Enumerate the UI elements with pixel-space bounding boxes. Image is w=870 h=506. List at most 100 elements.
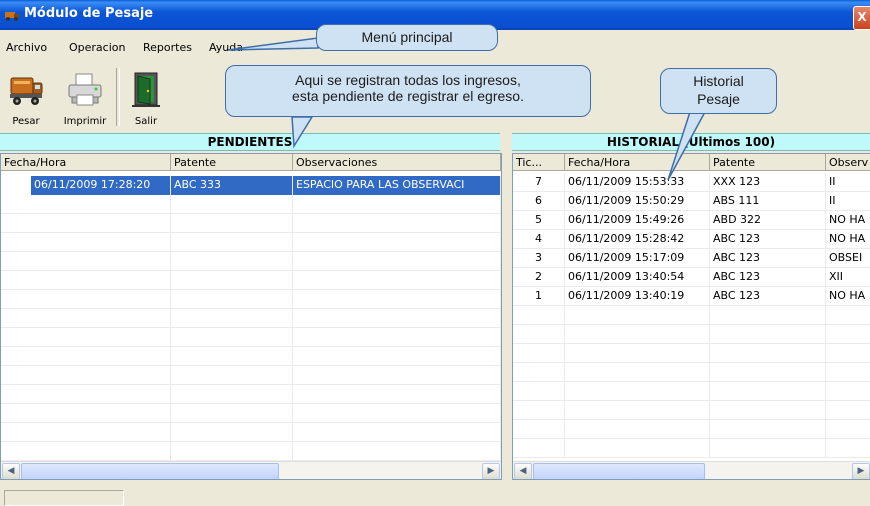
empty-cell	[565, 401, 710, 420]
empty-cell	[293, 404, 501, 423]
empty-cell	[1, 404, 171, 423]
empty-cell	[171, 328, 293, 347]
empty-row	[513, 420, 870, 439]
menu-reportes[interactable]: Reportes	[143, 41, 192, 54]
empty-cell	[826, 363, 870, 382]
col-ticket[interactable]: Tic...	[513, 154, 565, 171]
cell-obs: II	[826, 173, 870, 192]
imprimir-button[interactable]: Imprimir	[62, 66, 108, 130]
scroll-thumb[interactable]	[533, 463, 705, 479]
empty-cell	[293, 347, 501, 366]
col-patente[interactable]: Patente	[171, 154, 293, 171]
callout-ingresos-line2: esta pendiente de registrar el egreso.	[292, 88, 524, 104]
app-icon	[5, 12, 19, 21]
empty-cell	[293, 442, 501, 461]
pendientes-grid: Fecha/Hora Patente Observaciones 06/11/2…	[0, 153, 502, 480]
scroll-thumb[interactable]	[21, 463, 279, 479]
empty-cell	[171, 366, 293, 385]
callout-historial-line2: Pesaje	[697, 91, 740, 107]
empty-row	[1, 309, 501, 328]
empty-cell	[293, 195, 501, 214]
empty-cell	[293, 233, 501, 252]
status-panel	[4, 490, 124, 506]
table-row[interactable]: 1 06/11/2009 13:40:19 ABC 123 NO HA	[513, 287, 870, 306]
empty-cell	[171, 423, 293, 442]
cell-tic: 6	[513, 192, 565, 211]
menu-operacion[interactable]: Operacion	[69, 41, 125, 54]
empty-cell	[293, 214, 501, 233]
col-observaciones[interactable]: Observaciones	[293, 154, 501, 171]
col-observaciones[interactable]: Observ	[826, 154, 870, 171]
empty-cell	[171, 404, 293, 423]
empty-cell	[1, 442, 171, 461]
empty-cell	[1, 233, 171, 252]
cell-obs: NO HA	[826, 287, 870, 306]
empty-cell	[513, 344, 565, 363]
empty-cell	[565, 382, 710, 401]
menu-ayuda[interactable]: Ayuda	[209, 41, 243, 54]
cell-fecha: 06/11/2009 17:28:20	[31, 176, 171, 195]
empty-cell	[1, 309, 171, 328]
menu-archivo[interactable]: Archivo	[6, 41, 47, 54]
cell-patente: ABC 123	[710, 268, 826, 287]
empty-cell	[1, 195, 171, 214]
table-row[interactable]: 4 06/11/2009 15:28:42 ABC 123 NO HA	[513, 230, 870, 249]
table-row[interactable]: 2 06/11/2009 13:40:54 ABC 123 XII	[513, 268, 870, 287]
empty-cell	[513, 306, 565, 325]
scroll-right-icon[interactable]: ▶	[852, 463, 870, 479]
empty-cell	[171, 309, 293, 328]
cell-fecha: 06/11/2009 15:53:33	[565, 173, 710, 192]
callout-historial: Historial Pesaje	[660, 68, 777, 114]
table-row[interactable]: 3 06/11/2009 15:17:09 ABC 123 OBSEI	[513, 249, 870, 268]
table-row[interactable]: 6 06/11/2009 15:50:29 ABS 111 II	[513, 192, 870, 211]
cell-patente: ABC 123	[710, 249, 826, 268]
col-fecha-hora[interactable]: Fecha/Hora	[1, 154, 171, 171]
close-button[interactable]: X	[853, 6, 870, 30]
exit-door-icon	[132, 72, 160, 107]
cell-fecha: 06/11/2009 13:40:19	[565, 287, 710, 306]
cell-obs: XII	[826, 268, 870, 287]
table-row[interactable]: 06/11/2009 17:28:20 ABC 333 ESPACIO PARA…	[1, 176, 501, 195]
cell-tic: 5	[513, 211, 565, 230]
empty-cell	[513, 439, 565, 458]
cell-patente: ABC 333	[171, 176, 293, 195]
empty-cell	[293, 366, 501, 385]
empty-cell	[171, 385, 293, 404]
cell-tic: 3	[513, 249, 565, 268]
empty-cell	[565, 306, 710, 325]
empty-row	[1, 214, 501, 233]
cell-tic: 7	[513, 173, 565, 192]
cell-observaciones: ESPACIO PARA LAS OBSERVACI	[293, 176, 501, 195]
pesar-button[interactable]: Pesar	[8, 66, 44, 130]
scroll-left-icon[interactable]: ◀	[2, 463, 20, 479]
empty-cell	[826, 401, 870, 420]
empty-cell	[513, 420, 565, 439]
historial-grid: Tic... Fecha/Hora Patente Observ 7 06/11/…	[512, 153, 870, 480]
cell-tic: 1	[513, 287, 565, 306]
empty-cell	[826, 382, 870, 401]
callout-ingresos-line1: Aqui se registran todas los ingresos,	[295, 72, 521, 88]
empty-cell	[293, 290, 501, 309]
empty-cell	[826, 306, 870, 325]
salir-button[interactable]: Salir	[128, 66, 164, 130]
cell-patente: ABS 111	[710, 192, 826, 211]
empty-cell	[513, 363, 565, 382]
empty-row	[1, 271, 501, 290]
empty-cell	[826, 439, 870, 458]
empty-cell	[1, 290, 171, 309]
empty-row	[1, 347, 501, 366]
cell-fecha: 06/11/2009 15:17:09	[565, 249, 710, 268]
scroll-right-icon[interactable]: ▶	[482, 463, 500, 479]
empty-cell	[513, 382, 565, 401]
empty-cell	[293, 423, 501, 442]
col-patente[interactable]: Patente	[710, 154, 826, 171]
historial-hscrollbar[interactable]: ◀ ▶	[513, 461, 870, 479]
scroll-left-icon[interactable]: ◀	[514, 463, 532, 479]
table-row[interactable]: 7 06/11/2009 15:53:33 XXX 123 II	[513, 173, 870, 192]
col-fecha-hora[interactable]: Fecha/Hora	[565, 154, 710, 171]
pendientes-hscrollbar[interactable]: ◀ ▶	[1, 461, 501, 479]
cell-tic: 4	[513, 230, 565, 249]
table-row[interactable]: 5 06/11/2009 15:49:26 ABD 322 NO HA	[513, 211, 870, 230]
empty-cell	[1, 423, 171, 442]
empty-cell	[710, 382, 826, 401]
